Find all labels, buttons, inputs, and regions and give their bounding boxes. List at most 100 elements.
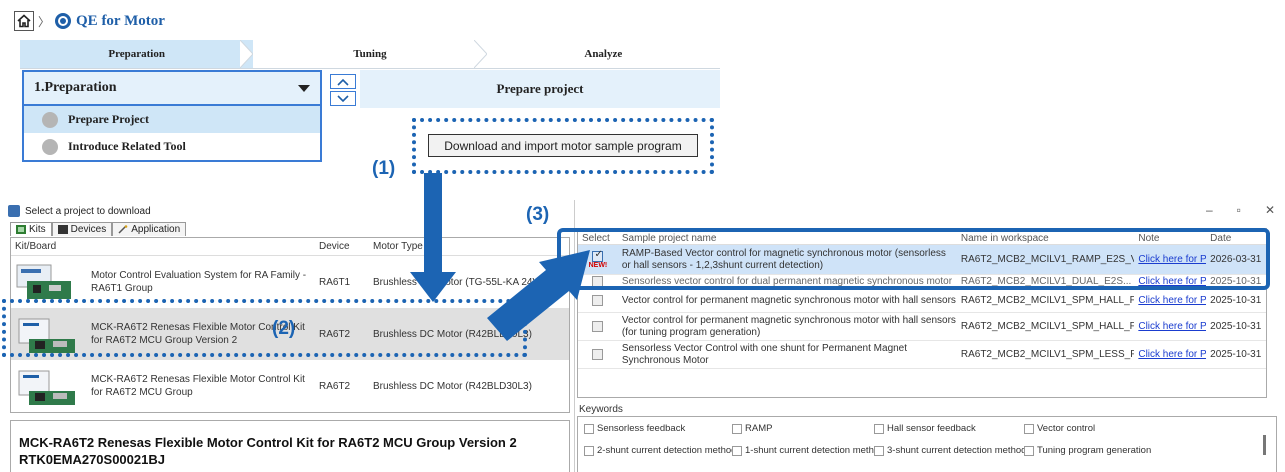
kit-cell: MCK-RA6T2 Renesas Flexible Motor Control… bbox=[11, 365, 315, 407]
sample-name-cell: Sensorless Vector Control with one shunt… bbox=[621, 342, 908, 366]
chevron-up-button[interactable] bbox=[330, 74, 356, 89]
kit-name: Motor Control Evaluation System for RA F… bbox=[91, 270, 307, 294]
caret-down-icon bbox=[298, 84, 310, 92]
keyword-label: 3-shunt current detection method bbox=[887, 445, 1027, 456]
breadcrumb: 〉 QE for Motor bbox=[14, 10, 165, 32]
prep-item-label: Introduce Related Tool bbox=[68, 139, 186, 153]
divider bbox=[20, 68, 720, 69]
column-header[interactable]: Kit/Board bbox=[11, 238, 315, 255]
keyword-checkbox[interactable]: Hall sensor feedback bbox=[874, 423, 976, 434]
download-import-button[interactable]: Download and import motor sample program bbox=[428, 134, 698, 157]
app-icon bbox=[8, 205, 20, 217]
step-label: Analyze bbox=[584, 48, 623, 60]
select-cell bbox=[578, 321, 618, 332]
kit-row-highlight bbox=[2, 299, 527, 357]
select-checkbox[interactable] bbox=[592, 321, 604, 332]
tab-bar: Kits Devices Application bbox=[10, 222, 187, 236]
table-row[interactable]: Vector control for permanent magnetic sy… bbox=[578, 289, 1266, 313]
tab-devices[interactable]: Devices bbox=[51, 222, 113, 236]
tab-label: Devices bbox=[70, 224, 107, 235]
step-analyze[interactable]: Analyze bbox=[486, 40, 720, 68]
select-cell bbox=[578, 349, 618, 360]
detail-part-number: RTK0EMA270S00021BJ bbox=[19, 452, 165, 467]
device-cell: RA6T2 bbox=[319, 380, 351, 392]
tab-label: Application bbox=[131, 224, 181, 235]
motor-cell: Brushless DC Motor (R42BLD30L3) bbox=[373, 380, 532, 392]
minimize-icon[interactable]: – bbox=[1206, 203, 1213, 217]
keyword-label: RAMP bbox=[745, 423, 773, 434]
motor-cell: Brushless DC Motor (TG-55L-KA 24V) bbox=[373, 276, 543, 288]
scrollbar[interactable] bbox=[1263, 435, 1266, 455]
sample-name-cell: Vector control for permanent magnetic sy… bbox=[621, 314, 956, 338]
status-dot-icon bbox=[42, 138, 58, 155]
device-cell: RA6T1 bbox=[319, 276, 351, 288]
keyword-label: 1-shunt current detection method bbox=[745, 445, 885, 456]
keyword-checkbox[interactable]: 2-shunt current detection method bbox=[584, 445, 736, 456]
dialog-title-bar: Select a project to download bbox=[8, 205, 151, 217]
prep-item-introduce-tool[interactable]: Introduce Related Tool bbox=[24, 133, 320, 160]
checkbox[interactable] bbox=[874, 423, 884, 434]
checkbox[interactable] bbox=[732, 423, 742, 434]
date-cell: 2025-10-31 bbox=[1210, 295, 1262, 306]
table-row[interactable]: Sensorless Vector Control with one shunt… bbox=[578, 341, 1266, 369]
keyword-checkbox[interactable]: 1-shunt current detection method bbox=[732, 445, 884, 456]
kit-cell: Motor Control Evaluation System for RA F… bbox=[11, 261, 315, 303]
table-header: Kit/Board Device Motor Type bbox=[11, 238, 569, 256]
keyword-checkbox[interactable]: Sensorless feedback bbox=[584, 423, 685, 434]
checkbox[interactable] bbox=[1024, 445, 1034, 456]
prep-item-prepare-project[interactable]: Prepare Project bbox=[24, 106, 320, 133]
preparation-dropdown[interactable]: 1.Preparation bbox=[22, 70, 322, 106]
home-icon[interactable] bbox=[14, 11, 34, 31]
status-dot-icon bbox=[42, 111, 58, 128]
chevron-down-button[interactable] bbox=[330, 91, 356, 106]
keyword-label: Hall sensor feedback bbox=[887, 423, 976, 434]
checkbox[interactable] bbox=[732, 445, 742, 456]
step-preparation[interactable]: Preparation bbox=[20, 40, 255, 68]
keywords-label: Keywords bbox=[579, 404, 623, 415]
checkbox[interactable] bbox=[584, 445, 594, 456]
select-checkbox[interactable] bbox=[592, 349, 604, 360]
column-header[interactable]: Device bbox=[315, 238, 369, 255]
qe-logo-icon bbox=[55, 13, 72, 29]
app-note-link[interactable]: Click here for PDF.. bbox=[1134, 349, 1206, 360]
prep-item-label: Prepare Project bbox=[68, 112, 149, 126]
board-image bbox=[16, 264, 71, 299]
table-row[interactable]: MCK-RA6T2 Renesas Flexible Motor Control… bbox=[11, 360, 569, 412]
date-cell: 2025-10-31 bbox=[1210, 349, 1262, 360]
preparation-list: Prepare Project Introduce Related Tool bbox=[22, 106, 322, 162]
restore-icon[interactable]: ▫ bbox=[1237, 203, 1241, 217]
keyword-checkbox[interactable]: RAMP bbox=[732, 423, 772, 434]
keyword-label: Sensorless feedback bbox=[597, 423, 686, 434]
chevron-right-icon bbox=[473, 40, 488, 68]
step-label: Tuning bbox=[353, 48, 387, 60]
step-tuning[interactable]: Tuning bbox=[253, 40, 488, 68]
keyword-checkbox[interactable]: 3-shunt current detection method bbox=[874, 445, 1026, 456]
column-header[interactable]: Motor Type bbox=[369, 238, 569, 255]
tab-kits[interactable]: Kits bbox=[10, 222, 52, 236]
app-note-link[interactable]: Click here for PDF.. bbox=[1134, 321, 1206, 332]
wand-icon bbox=[118, 225, 128, 234]
select-checkbox[interactable] bbox=[592, 295, 604, 306]
kit-detail-pane: MCK-RA6T2 Renesas Flexible Motor Control… bbox=[10, 420, 570, 472]
close-icon[interactable]: ✕ bbox=[1265, 203, 1275, 217]
download-button-highlight: Download and import motor sample program bbox=[412, 118, 714, 174]
keyword-checkbox[interactable]: Tuning program generation bbox=[1024, 445, 1151, 456]
app-note-link[interactable]: Click here for PDF.. bbox=[1134, 295, 1206, 306]
dropdown-label: 1.Preparation bbox=[34, 80, 117, 95]
kit-name: MCK-RA6T2 Renesas Flexible Motor Control… bbox=[91, 374, 305, 398]
chevron-up-icon bbox=[337, 78, 349, 86]
checkbox[interactable] bbox=[1024, 423, 1034, 434]
workspace-name-cell: RA6T2_MCB2_MCILV1_SPM_HALL_FOC_E2S_... bbox=[960, 295, 1135, 306]
checkbox[interactable] bbox=[584, 423, 594, 434]
tab-application[interactable]: Application bbox=[112, 222, 187, 236]
workspace-name-cell: RA6T2_MCB2_MCILV1_SPM_HALL_FOC_TUN... bbox=[960, 321, 1135, 332]
keyword-checkbox[interactable]: Vector control bbox=[1024, 423, 1095, 434]
step-label: Preparation bbox=[108, 48, 165, 60]
callout-step-2: (2) bbox=[272, 318, 296, 339]
detail-title: MCK-RA6T2 Renesas Flexible Motor Control… bbox=[19, 435, 517, 450]
chevron-right-icon: 〉 bbox=[38, 14, 51, 29]
table-row[interactable]: Vector control for permanent magnetic sy… bbox=[578, 313, 1266, 341]
checkbox[interactable] bbox=[874, 445, 884, 456]
keyword-label: 2-shunt current detection method bbox=[597, 445, 737, 456]
keyword-label: Vector control bbox=[1037, 423, 1096, 434]
